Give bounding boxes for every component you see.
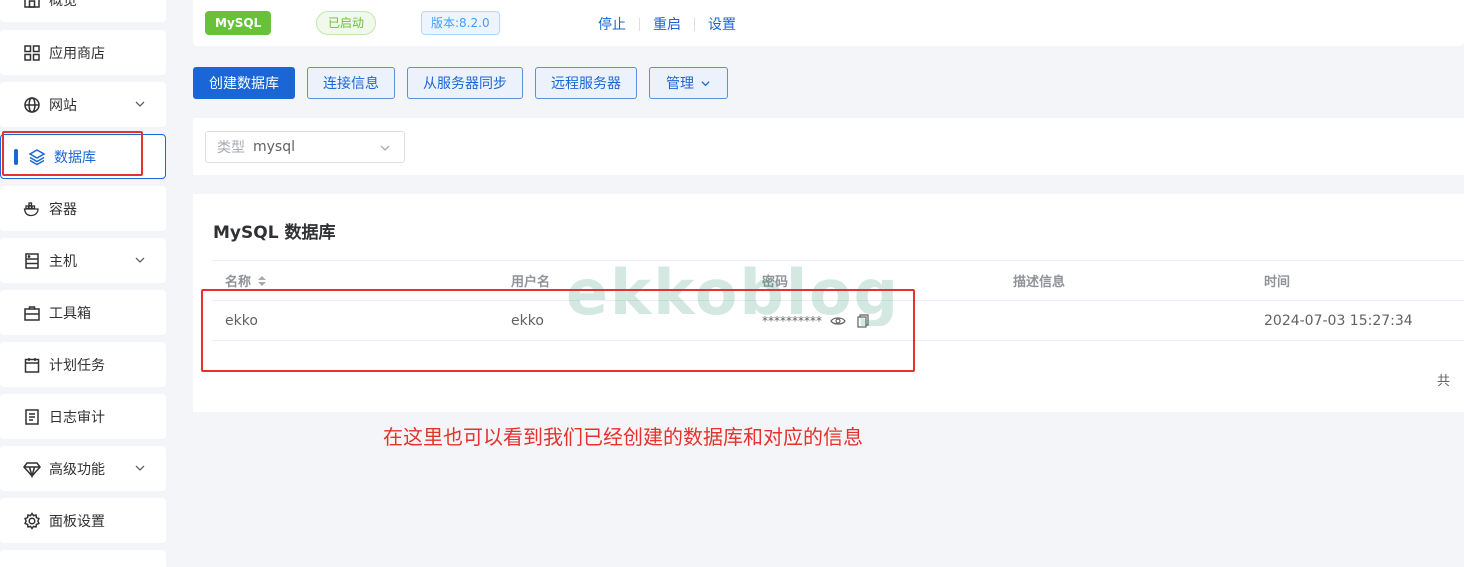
sidebar-item-label: 主机 xyxy=(49,253,77,270)
remote-server-button[interactable]: 远程服务器 xyxy=(535,67,637,99)
connection-info-button[interactable]: 连接信息 xyxy=(307,67,395,99)
calendar-icon xyxy=(22,355,42,375)
column-header-time: 时间 xyxy=(1264,275,1291,290)
sidebar-item-label: 概览 xyxy=(49,0,77,9)
service-actions: 停止 重启 设置 xyxy=(598,14,736,34)
sidebar-item-container[interactable]: 容器 xyxy=(0,186,166,231)
sidebar-item-label: 面板设置 xyxy=(49,513,105,530)
toolbox-icon xyxy=(22,303,42,323)
sidebar-item-label: 应用商店 xyxy=(49,45,105,62)
apps-grid-icon xyxy=(22,43,42,63)
sidebar-item-label: 工具箱 xyxy=(49,305,91,322)
server-icon xyxy=(22,251,42,271)
stop-link[interactable]: 停止 xyxy=(598,14,626,34)
status-badge: 已启动 xyxy=(316,11,377,35)
type-select-value: mysql xyxy=(253,139,295,155)
sidebar-item-label: 高级功能 xyxy=(49,461,105,478)
chevron-down-icon xyxy=(135,257,145,263)
column-label: 名称 xyxy=(225,275,252,290)
sidebar-item-label: 日志审计 xyxy=(49,409,105,426)
card-title: MySQL 数据库 xyxy=(213,223,336,243)
sidebar-item-toolbox[interactable]: 工具箱 xyxy=(0,290,166,335)
chevron-down-icon xyxy=(135,101,145,107)
chevron-down-icon xyxy=(701,80,710,86)
docker-icon xyxy=(22,199,42,219)
sidebar-item-label: 容器 xyxy=(49,201,77,218)
sidebar-item-app-store[interactable]: 应用商店 xyxy=(0,30,166,75)
diamond-icon xyxy=(22,459,42,479)
sidebar-item-advanced[interactable]: 高级功能 xyxy=(0,446,166,491)
manage-dropdown-button[interactable]: 管理 xyxy=(649,67,728,99)
sort-icon[interactable] xyxy=(257,275,267,287)
chevron-down-icon xyxy=(135,465,145,471)
filter-bar: 类型 mysql xyxy=(193,118,1464,175)
sidebar-item-label: 计划任务 xyxy=(49,357,105,374)
sidebar-item-website[interactable]: 网站 xyxy=(0,82,166,127)
annotation-highlight-sidebar xyxy=(2,131,143,176)
type-select-prefix: 类型 xyxy=(217,140,245,156)
home-icon xyxy=(22,0,42,10)
sidebar-item-host[interactable]: 主机 xyxy=(0,238,166,283)
column-header-description: 描述信息 xyxy=(1013,275,1066,290)
sidebar-item-cron[interactable]: 计划任务 xyxy=(0,342,166,387)
annotation-text: 在这里也可以看到我们已经创建的数据库和对应的信息 xyxy=(383,425,863,449)
settings-link[interactable]: 设置 xyxy=(708,14,736,34)
create-database-button[interactable]: 创建数据库 xyxy=(193,67,295,99)
chevron-down-icon xyxy=(380,145,390,151)
app-tag: MySQL xyxy=(205,11,272,35)
pagination-total: 共 xyxy=(1436,374,1450,389)
manage-label: 管理 xyxy=(666,75,694,91)
type-select[interactable]: 类型 mysql xyxy=(205,131,405,163)
divider xyxy=(694,17,695,31)
log-icon xyxy=(22,407,42,427)
sidebar-item-overview[interactable]: 概览 xyxy=(0,0,166,22)
sidebar-item-panel-settings[interactable]: 面板设置 xyxy=(0,498,166,543)
sidebar-item-log-audit[interactable]: 日志审计 xyxy=(0,394,166,439)
gear-icon xyxy=(22,511,42,531)
app-status-bar: MySQL 已启动 版本:8.2.0 停止 重启 设置 xyxy=(193,0,1464,46)
sync-from-server-button[interactable]: 从服务器同步 xyxy=(407,67,523,99)
sidebar-item-label: 网站 xyxy=(49,97,77,114)
version-tag: 版本:8.2.0 xyxy=(421,11,500,35)
globe-icon xyxy=(22,95,42,115)
restart-link[interactable]: 重启 xyxy=(653,14,681,34)
divider xyxy=(639,17,640,31)
sidebar: 概览 应用商店 网站 数据库 容器 主机 工具箱 计划任务 日志审计 高级功能 … xyxy=(0,0,172,567)
cell-time: 2024-07-03 15:27:34 xyxy=(1264,312,1413,329)
annotation-highlight-table-row xyxy=(201,289,915,372)
sidebar-item-more[interactable] xyxy=(0,550,166,567)
